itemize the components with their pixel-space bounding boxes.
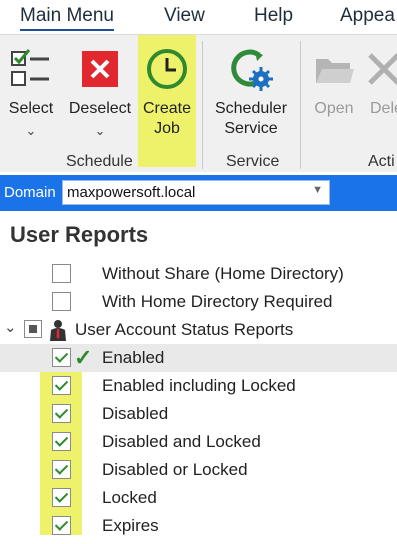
tree-item[interactable]: Enabled [0,344,397,372]
x-icon [368,53,397,85]
tree-item-label: Disabled and Locked [102,432,261,451]
page-title: User Reports [10,222,149,247]
tree-item[interactable]: Disabled and Locked [0,428,397,456]
checkbox[interactable] [52,348,71,367]
scheduler-service-label-line2: Service [224,120,278,137]
tree-item-label: Locked [102,488,157,507]
tree-item[interactable]: Without Share (Home Directory) [0,260,397,288]
domain-select[interactable]: maxpowersoft.local ▼ [62,180,330,205]
tree-item-label: Enabled [102,348,165,367]
clock-icon [147,49,187,89]
tree-item-label: Expires [102,516,159,535]
create-job-label-line2: Job [154,120,180,137]
tab-view[interactable]: View [164,5,205,27]
tree-item[interactable]: Disabled [0,400,397,428]
checkbox[interactable] [52,404,71,423]
red-x-icon [82,51,118,87]
tree-item-label: Disabled [102,404,169,423]
tree-item-label: Without Share (Home Directory) [102,264,344,283]
select-label: Select [8,100,54,117]
tab-main-menu[interactable]: Main Menu [20,5,114,31]
group-checkbox[interactable] [24,320,42,338]
scheduler-service-button[interactable]: Scheduler Service [208,35,294,155]
ribbon: Select ⌄ Deselect ⌄ Create Job Scheduler… [0,34,397,172]
deselect-label: Deselect [68,100,132,117]
checkbox[interactable] [52,264,71,283]
tree-item-label: Disabled or Locked [102,460,248,479]
tree-group-node[interactable]: ⌄ User Account Status Reports [0,316,397,344]
checkbox[interactable] [52,460,71,479]
domain-bar: Domain maxpowersoft.local ▼ [0,175,397,211]
tree-item[interactable]: Enabled including Locked [0,372,397,400]
gear-refresh-icon [231,49,273,91]
tab-appearance[interactable]: Appea [340,5,395,27]
deselect-button[interactable]: Deselect ⌄ [66,35,134,155]
tree-item[interactable]: Expires [0,512,397,540]
chevron-down-icon: ⌄ [94,123,106,138]
checkmark-icon: ✓ [74,345,93,370]
domain-value: maxpowersoft.local [67,184,196,201]
scheduler-service-label-line1: Scheduler [214,100,288,117]
checkbox[interactable] [52,376,71,395]
ribbon-separator [202,41,203,169]
delete-button[interactable]: Dele [366,35,397,155]
create-job-button[interactable]: Create Job [138,35,196,167]
open-label: Open [314,100,354,117]
tree-item[interactable] [0,540,397,544]
dropdown-arrow-icon[interactable]: ▼ [312,184,323,196]
user-icon [50,320,66,341]
tree-item-label: With Home Directory Required [102,292,333,311]
chevron-down-icon: ⌄ [25,123,37,138]
create-job-label-line1: Create [142,100,192,117]
checkbox[interactable] [52,516,71,535]
open-button[interactable]: Open [306,35,362,155]
group-actions-label: Acti [368,153,395,170]
group-schedule-label: Schedule [66,153,133,170]
tab-help[interactable]: Help [254,5,293,27]
menu-bar: Main Menu View Help Appea [0,0,397,34]
report-tree: Without Share (Home Directory) With Home… [0,258,397,544]
delete-label: Dele [370,100,397,117]
group-service-label: Service [226,153,280,170]
tree-item[interactable]: Locked [0,484,397,512]
expand-chevron-icon[interactable]: ⌄ [4,318,17,336]
folder-icon [316,59,354,83]
checkbox[interactable] [52,432,71,451]
tree-group-label: User Account Status Reports [75,320,294,339]
tree-item-label: Enabled including Locked [102,376,296,395]
ribbon-separator [300,41,301,169]
domain-label: Domain [4,184,56,201]
select-button[interactable]: Select ⌄ [2,35,60,155]
checklist-icon [11,49,49,86]
tree-item[interactable]: With Home Directory Required [0,288,397,316]
checkbox[interactable] [52,488,71,507]
tree-item[interactable]: Disabled or Locked [0,456,397,484]
checkbox[interactable] [52,292,71,311]
